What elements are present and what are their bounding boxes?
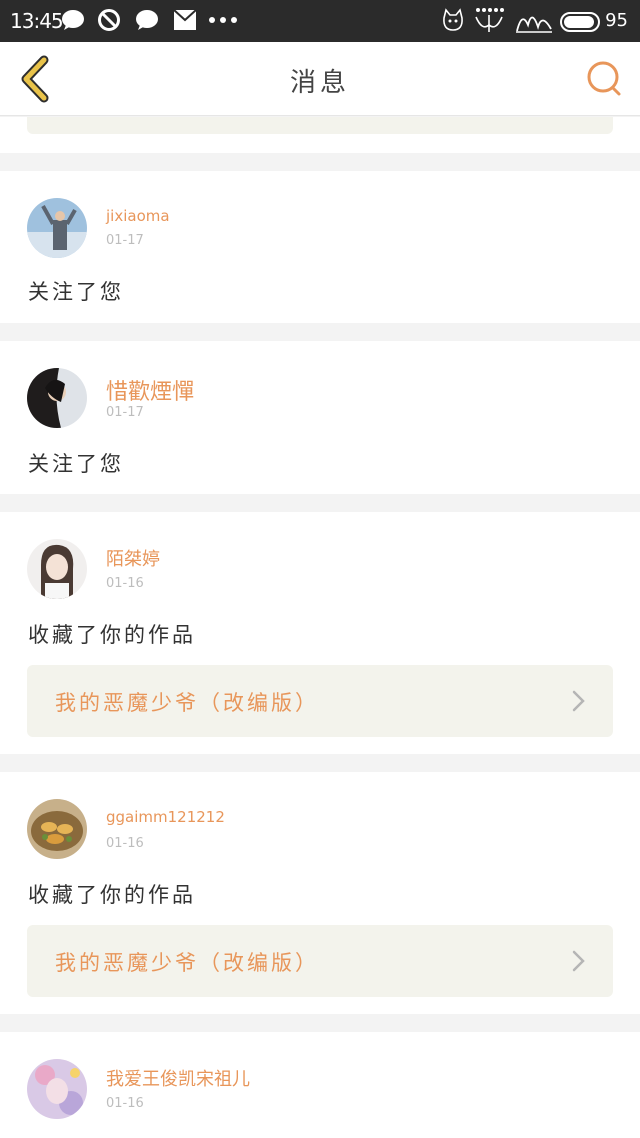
blocked-icon (96, 8, 122, 32)
work-link[interactable]: 我的恶魔少爷（改编版） (27, 665, 613, 737)
chat-bubble-icon (134, 8, 160, 32)
action-text: 收藏了你的作品 (28, 883, 196, 907)
message-card[interactable]: 我爱王俊凯宋祖儿 01-16 (0, 1032, 640, 1138)
date: 01-17 (106, 405, 144, 420)
work-link[interactable]: 我的恶魔少爷（改编版） (27, 925, 613, 997)
message-card[interactable]: jixiaoma 01-17 关注了您 (0, 171, 640, 323)
date: 01-16 (106, 1096, 144, 1111)
work-title: 我的恶魔少爷（改编版） (55, 951, 319, 975)
status-time: 13:45 (10, 9, 64, 33)
wifi-icon (514, 8, 554, 33)
status-bar: 13:45 95 (0, 0, 640, 42)
battery-icon (560, 12, 600, 32)
action-text: 关注了您 (28, 280, 124, 304)
cat-icon (440, 8, 466, 32)
signal-icon (472, 8, 506, 32)
date: 01-16 (106, 836, 144, 851)
avatar[interactable] (27, 539, 87, 599)
message-feed: jixiaoma 01-17 关注了您 惜歡煙憚 01-17 关注了您 陌桀婷 … (0, 117, 640, 1138)
mail-icon (172, 8, 198, 32)
battery-level: 95 (605, 10, 628, 31)
app-header: 消息 (0, 42, 640, 116)
username[interactable]: 我爱王俊凯宋祖儿 (106, 1065, 250, 1091)
chevron-right-icon (569, 687, 589, 715)
work-title: 我的恶魔少爷（改编版） (55, 691, 319, 715)
date: 01-16 (106, 576, 144, 591)
username[interactable]: 陌桀婷 (106, 545, 160, 571)
avatar[interactable] (27, 799, 87, 859)
more-dots-icon (208, 8, 238, 32)
search-button[interactable] (584, 58, 624, 98)
date: 01-17 (106, 233, 144, 248)
username[interactable]: ggaimm121212 (106, 808, 225, 826)
username[interactable]: 惜歡煙憚 (106, 374, 194, 406)
avatar[interactable] (27, 368, 87, 428)
search-icon (587, 61, 621, 96)
message-card[interactable]: 惜歡煙憚 01-17 关注了您 (0, 341, 640, 494)
avatar[interactable] (27, 1059, 87, 1119)
chevron-right-icon (569, 947, 589, 975)
chat-bubble-icon (60, 8, 86, 32)
action-text: 关注了您 (28, 452, 124, 476)
work-link-partial (0, 117, 640, 153)
message-card[interactable]: ggaimm121212 01-16 收藏了你的作品 我的恶魔少爷（改编版） (0, 772, 640, 1014)
action-text: 收藏了你的作品 (28, 623, 196, 647)
page-title: 消息 (289, 68, 350, 98)
avatar[interactable] (27, 198, 87, 258)
username[interactable]: jixiaoma (106, 207, 170, 225)
message-card[interactable]: 陌桀婷 01-16 收藏了你的作品 我的恶魔少爷（改编版） (0, 512, 640, 754)
